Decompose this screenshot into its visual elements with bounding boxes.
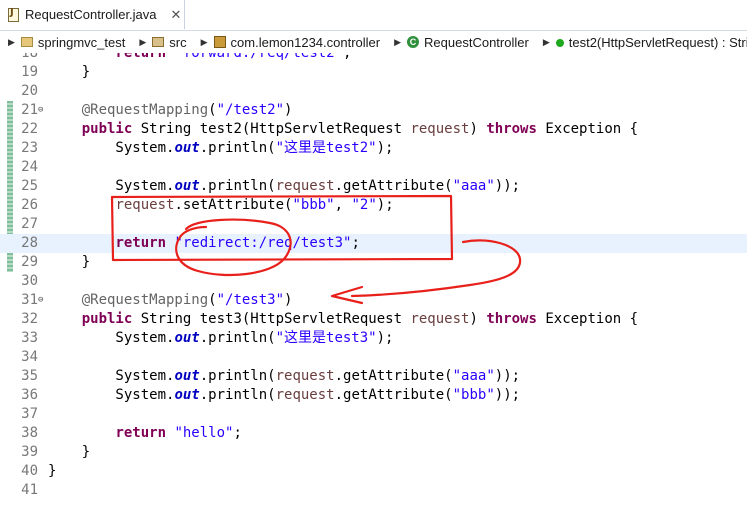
breadcrumb-label: com.lemon1234.controller <box>230 34 381 50</box>
circle-annotation <box>175 218 292 277</box>
close-tab-icon[interactable]: ✕ <box>171 7 182 23</box>
editor-tab-bar: RequestController.java ✕ <box>0 0 747 31</box>
project-icon <box>20 37 33 47</box>
tab-request-controller[interactable]: RequestController.java ✕ <box>0 0 185 29</box>
chevron-right-icon[interactable]: ▶ <box>543 37 550 48</box>
breadcrumb-label: springmvc_test <box>37 34 126 50</box>
handwritten-annotation-layer <box>110 194 522 305</box>
breadcrumb-item[interactable]: ▶ springmvc_test <box>0 35 125 50</box>
class-icon: C <box>407 36 420 48</box>
java-file-icon <box>8 7 19 22</box>
chevron-right-icon[interactable]: ▶ <box>394 37 401 48</box>
package-icon <box>213 36 226 48</box>
breadcrumb-label: RequestController <box>424 34 529 50</box>
tab-title: RequestController.java <box>25 7 157 22</box>
breadcrumb-label: src <box>169 34 187 50</box>
code-editor[interactable]: 18 return "forward:/req/test2"; 19 } 20 21 ⊖… <box>0 53 747 507</box>
method-icon <box>555 38 564 47</box>
source-folder-icon <box>152 37 165 47</box>
breadcrumb-item[interactable]: ▶ src <box>131 35 186 50</box>
breadcrumb-label: test2(HttpServletRequest) : Strin <box>568 34 747 50</box>
breadcrumb-item[interactable]: ▶ test2(HttpServletRequest) : Strin <box>535 35 747 50</box>
breadcrumb: ▶ springmvc_test ▶ src ▶ com.lemon1234.contro… <box>0 31 747 53</box>
redirect-arrow-annotation <box>350 239 522 298</box>
breadcrumb-item[interactable]: ▶ C RequestController <box>386 35 529 50</box>
chevron-right-icon[interactable]: ▶ <box>139 37 146 48</box>
chevron-right-icon[interactable]: ▶ <box>201 37 208 48</box>
breadcrumb-item[interactable]: ▶ com.lemon1234.controller <box>193 35 381 50</box>
chevron-right-icon[interactable]: ▶ <box>8 37 15 48</box>
